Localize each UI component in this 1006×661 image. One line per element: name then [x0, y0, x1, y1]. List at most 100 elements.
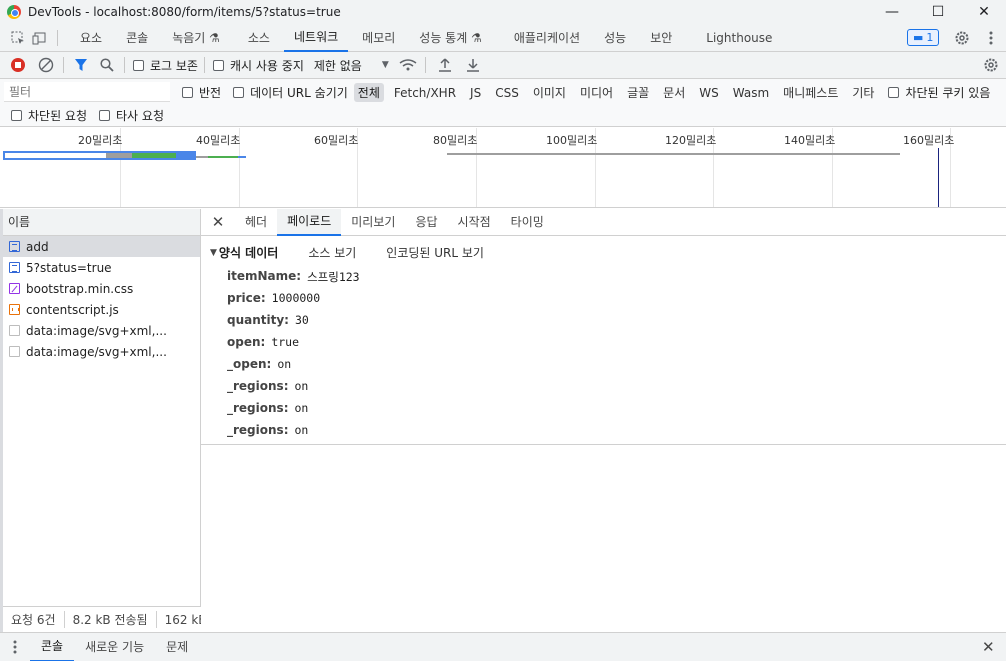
- search-icon[interactable]: [96, 54, 118, 76]
- minimize-button[interactable]: —: [870, 0, 914, 24]
- issues-count: 1: [926, 31, 934, 44]
- field-value: 1000000: [271, 291, 321, 305]
- type-filter-image[interactable]: 이미지: [529, 83, 570, 102]
- view-source-link[interactable]: 소스 보기: [308, 244, 356, 261]
- network-status-bar: 요청 6건 8.2 kB 전송됨 162 kB: [3, 606, 201, 632]
- maximize-button[interactable]: ☐: [916, 0, 960, 24]
- type-filter-wasm[interactable]: Wasm: [729, 85, 773, 101]
- toolbar-divider: [203, 57, 205, 73]
- tab-response[interactable]: 응답: [405, 209, 447, 236]
- tab-memory[interactable]: 메모리: [352, 24, 405, 52]
- tab-elements[interactable]: 요소: [70, 24, 112, 52]
- timeline-bar: [132, 153, 176, 158]
- filter-funnel-icon[interactable]: [70, 54, 92, 76]
- drawer-tab-whats-new[interactable]: 새로운 기능: [74, 633, 155, 661]
- type-filter-js[interactable]: JS: [466, 85, 485, 101]
- checkbox-box[interactable]: [99, 110, 111, 121]
- tab-payload[interactable]: 페이로드: [277, 208, 342, 236]
- request-row[interactable]: add: [3, 236, 200, 257]
- tab-recorder[interactable]: 녹음기 ⚗: [162, 24, 230, 52]
- third-party-checkbox[interactable]: 타사 요청: [99, 107, 164, 124]
- drawer-tab-console[interactable]: 콘솔: [30, 633, 75, 661]
- timeline-bar: [447, 153, 900, 155]
- export-har-download-icon[interactable]: [462, 54, 484, 76]
- form-field: _regions: on: [227, 379, 308, 393]
- checkbox-box[interactable]: [888, 87, 900, 98]
- preserve-log-checkbox[interactable]: 로그 보존: [133, 57, 198, 74]
- type-filter-media[interactable]: 미디어: [576, 83, 617, 102]
- type-filter-fetch-xhr[interactable]: Fetch/XHR: [390, 85, 460, 101]
- checkbox-box[interactable]: [133, 59, 144, 71]
- field-value: on: [277, 357, 292, 371]
- request-row[interactable]: 5?status=true: [3, 257, 200, 278]
- request-row[interactable]: data:image/svg+xml,...: [3, 341, 200, 362]
- field-value: 스프링123: [307, 270, 360, 284]
- tab-application[interactable]: 애플리케이션: [504, 24, 590, 52]
- disable-cache-checkbox[interactable]: 캐시 사용 중지: [212, 57, 304, 74]
- type-filter-ws[interactable]: WS: [695, 85, 722, 101]
- issues-badge[interactable]: ▬ 1: [907, 29, 940, 46]
- tab-performance-insights[interactable]: 성능 통계 ⚗: [409, 24, 492, 52]
- type-filter-doc[interactable]: 문서: [659, 83, 689, 102]
- checkbox-box[interactable]: [182, 87, 193, 98]
- stop-recording-icon[interactable]: [7, 54, 29, 76]
- tab-performance[interactable]: 성능: [594, 24, 636, 52]
- form-data-header[interactable]: ▼ 양식 데이터 소스 보기 인코딩된 URL 보기: [210, 244, 484, 261]
- tab-headers[interactable]: 헤더: [235, 209, 277, 236]
- device-toolbar-icon[interactable]: [29, 27, 51, 49]
- checkbox-box[interactable]: [233, 87, 245, 98]
- request-count: 요청 6건: [3, 611, 65, 628]
- tab-sources[interactable]: 소스: [238, 24, 280, 52]
- form-field: _open: on: [227, 357, 291, 371]
- throttling-select[interactable]: 제한 없음 ▼: [314, 57, 389, 74]
- view-url-encoded-link[interactable]: 인코딩된 URL 보기: [386, 244, 484, 261]
- request-name: contentscript.js: [26, 302, 119, 317]
- type-filter-font[interactable]: 글꼴: [623, 83, 653, 102]
- field-key: price:: [227, 291, 266, 305]
- field-value: on: [294, 401, 309, 415]
- expand-triangle-icon[interactable]: ▼: [210, 248, 217, 258]
- drawer-tab-issues[interactable]: 문제: [155, 633, 199, 661]
- filter-input[interactable]: [4, 82, 170, 102]
- tab-security[interactable]: 보안: [640, 24, 682, 52]
- more-options-icon[interactable]: [980, 27, 1002, 49]
- inspect-element-icon[interactable]: [7, 27, 29, 49]
- tab-lighthouse[interactable]: Lighthouse: [696, 24, 782, 52]
- tab-preview[interactable]: 미리보기: [341, 209, 405, 236]
- checkbox-box[interactable]: [11, 110, 22, 121]
- network-overview-timeline[interactable]: 20밀리초 40밀리초 60밀리초 80밀리초 100밀리초 120밀리초 14…: [0, 128, 1006, 208]
- network-conditions-wifi-icon[interactable]: [397, 54, 419, 76]
- chrome-logo-icon: [7, 5, 21, 19]
- import-har-upload-icon[interactable]: [434, 54, 456, 76]
- request-row[interactable]: data:image/svg+xml,...: [3, 320, 200, 341]
- close-window-button[interactable]: ✕: [962, 0, 1006, 24]
- type-filter-css[interactable]: CSS: [491, 85, 523, 101]
- blocked-cookies-checkbox[interactable]: 차단된 쿠키 있음: [888, 84, 990, 101]
- name-column-header[interactable]: 이름: [3, 209, 200, 236]
- checkbox-box[interactable]: [212, 59, 224, 71]
- drawer-menu-icon[interactable]: [0, 640, 30, 654]
- form-field: itemName: 스프링123: [227, 269, 360, 285]
- type-filter-manifest[interactable]: 매니페스트: [779, 83, 842, 102]
- hide-data-urls-checkbox[interactable]: 데이터 URL 숨기기: [233, 84, 348, 101]
- type-filter-other[interactable]: 기타: [848, 83, 878, 102]
- type-filter-all[interactable]: 전체: [353, 83, 384, 102]
- request-row[interactable]: contentscript.js: [3, 299, 200, 320]
- network-settings-gear-icon[interactable]: [980, 54, 1002, 76]
- close-detail-icon[interactable]: ✕: [201, 213, 235, 231]
- clear-icon[interactable]: [35, 54, 57, 76]
- invert-checkbox[interactable]: 반전: [182, 84, 221, 101]
- throttling-value: 제한 없음: [313, 58, 362, 73]
- resources-size: 162 kB: [164, 612, 201, 627]
- filter-options-row: 반전 데이터 URL 숨기기 전체 Fetch/XHR JS CSS 이미지 미…: [182, 83, 990, 102]
- settings-gear-icon[interactable]: [951, 27, 973, 49]
- request-row[interactable]: bootstrap.min.css: [3, 278, 200, 299]
- tab-timing[interactable]: 타이밍: [501, 209, 554, 236]
- timeline-tick: 80밀리초: [433, 134, 478, 147]
- tab-network[interactable]: 네트워크: [283, 24, 349, 52]
- tab-console[interactable]: 콘솔: [116, 24, 158, 52]
- close-drawer-icon[interactable]: ✕: [982, 638, 995, 656]
- blocked-requests-checkbox[interactable]: 차단된 요청: [11, 107, 87, 124]
- disable-cache-label: 캐시 사용 중지: [229, 58, 304, 73]
- tab-initiator[interactable]: 시작점: [448, 209, 501, 236]
